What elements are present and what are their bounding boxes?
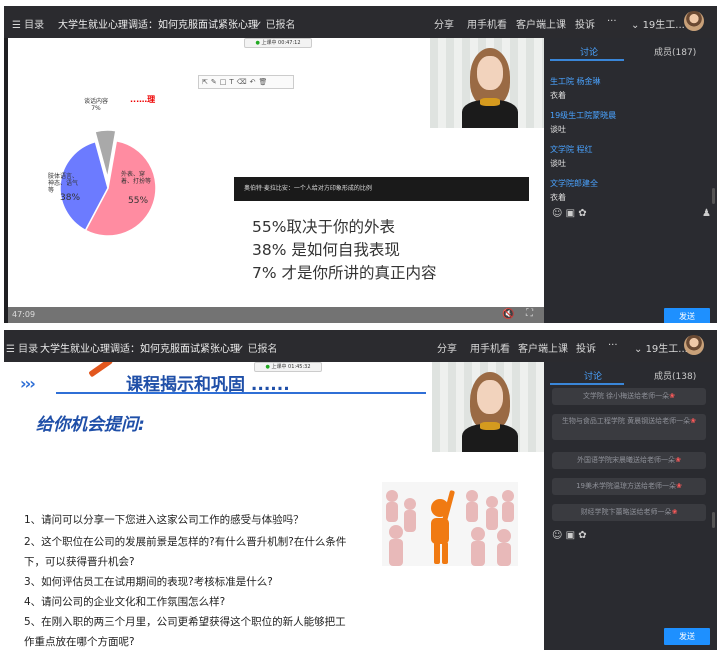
chat-input[interactable] <box>548 224 714 304</box>
image-icon[interactable]: ▣ <box>566 530 575 541</box>
fullscreen-icon[interactable]: ⛶ <box>526 308 533 319</box>
tab-members[interactable]: 成员(138) <box>654 369 696 382</box>
pie-label-appearance: 外表、穿着、打扮等 <box>121 171 152 185</box>
chat-scrollbar[interactable] <box>712 188 715 204</box>
eraser-icon[interactable]: ⌫ <box>237 78 250 86</box>
share-button[interactable]: 分享 <box>437 340 457 355</box>
tab-discuss[interactable]: 讨论 <box>584 369 602 382</box>
catalog-button[interactable]: ☰ 目录 <box>12 16 44 31</box>
teacher-camera <box>430 38 544 128</box>
quote-banner: 奥伯特·麦拉比安：一个人给对方印象形成的比例 <box>234 177 529 201</box>
question-line: 3、如何评估员工在试用期间的表现?考核标准是什么? <box>24 576 273 588</box>
send-button[interactable]: 发送 <box>664 308 710 323</box>
raised-hand-figure <box>431 490 455 564</box>
gift-message: 文学院 徐小梅送给老师一朵❀ <box>552 388 706 405</box>
tab-discuss[interactable]: 讨论 <box>580 45 598 58</box>
list-item: 生工院 杨金琳 衣着 <box>550 77 601 100</box>
flower-icon: ❀ <box>669 392 676 400</box>
chat-panel: 讨论 成员(187) 生工院 杨金琳 衣着 19级生工院蒙晓晨 谈吐 文学院 程红谈… <box>544 38 717 323</box>
pie-label-body: 肢体语言、神态、语气等 <box>48 173 79 194</box>
teacher-camera <box>432 362 544 452</box>
client-class-button[interactable]: 客户端上课 <box>516 16 566 31</box>
send-button[interactable]: 发送 <box>664 628 710 645</box>
pie-pct-appearance: 55% <box>128 196 149 206</box>
gift-message: 财经学院卞蕾略送给老师一朵❀ <box>552 504 706 521</box>
flower-icon: ❀ <box>676 482 682 490</box>
image-icon[interactable]: ▣ <box>566 208 575 219</box>
report-button[interactable]: 投诉 <box>575 16 595 31</box>
report-button[interactable]: 投诉 <box>576 340 596 355</box>
gift-icon[interactable]: ✿ <box>578 208 586 219</box>
pen-icon[interactable]: ✎ <box>211 78 220 86</box>
tab-members[interactable]: 成员(187) <box>654 45 696 58</box>
course-title: 大学生就业心理调适：如何克服面试紧张心理 <box>40 344 240 355</box>
emoji-icon[interactable]: ☺ <box>552 530 562 541</box>
question-line: 4、请问公司的企业文化和工作氛围怎么样? <box>24 596 226 608</box>
arrows-decoration: ››› <box>20 374 36 393</box>
share-button[interactable]: 分享 <box>434 16 454 31</box>
list-item: 19级生工院蒙晓晨 谈吐 <box>550 111 617 134</box>
playback-time: 47:09 <box>12 310 36 319</box>
top-bar: ☰ 目录 大学生就业心理调适：如何克服面试紧张心理 ✓ 已报名 分享 用手机看 … <box>4 6 717 38</box>
slide-red-title: ...…理 <box>130 95 156 104</box>
chat-scrollbar[interactable] <box>712 512 715 528</box>
delete-icon[interactable]: 🗑 <box>258 78 270 86</box>
classroom-window-bottom: ☰ 目录 大学生就业心理调适：如何克服面试紧张心理 ✓ 已报名 分享 用手机看 … <box>4 330 717 650</box>
pencil-icon <box>88 362 114 378</box>
flower-icon: ❀ <box>671 508 678 516</box>
gift-message: 生物与食品工程学院 黄晨钢送给老师一朵❀ <box>552 414 706 440</box>
question-line: 下，可以获得晋升机会? <box>24 556 135 568</box>
class-timer: ● 上课中 00:47:12 <box>244 38 312 48</box>
user-icon[interactable]: ♟ <box>702 208 711 219</box>
list-item: 文学院郎建全 衣着 <box>550 179 598 202</box>
top-bar: ☰ 目录 大学生就业心理调适：如何克服面试紧张心理 ✓ 已报名 分享 用手机看 … <box>4 330 717 362</box>
chat-toolbar: ☺ ▣ ✿ ♟ <box>552 208 711 219</box>
client-class-button[interactable]: 客户端上课 <box>518 340 568 355</box>
annotation-toolbar: ⇱✎□T⌫↶🗑 <box>198 75 294 89</box>
registered-status: ✓ 已报名 <box>254 20 296 31</box>
question-line: 1、请问可以分享一下您进入这家公司工作的感受与体验吗？ <box>24 514 304 526</box>
pointer-icon[interactable]: ⇱ <box>202 78 211 86</box>
user-menu[interactable]: ⌄ 19生工... <box>634 340 688 355</box>
pie-label-content: 谈话内容 7% <box>83 98 108 112</box>
gift-message: 19美术学院温琼方送给老师一朵❀ <box>552 478 706 495</box>
course-title: 大学生就业心理调适：如何克服面试紧张心理 <box>58 20 258 31</box>
chat-panel: 讨论 成员(138) 文学院 徐小梅送给老师一朵❀ 生物与食品工程学院 黄晨钢送… <box>544 362 717 650</box>
section-heading: 课程揭示和巩固 ...... <box>126 375 290 395</box>
crowd-illustration <box>382 482 518 566</box>
gift-message: 外国语学院宋晨曦送给老师一朵❀ <box>552 452 706 469</box>
video-controls: 47:09 🔇 ⛶ <box>8 307 544 323</box>
mute-icon[interactable]: 🔇 <box>502 309 514 320</box>
sub-heading: 给你机会提问: <box>36 415 145 435</box>
chat-toolbar: ☺ ▣ ✿ <box>552 530 587 541</box>
registered-status: ✓ 已报名 <box>236 344 278 355</box>
list-item: 文学院 程红 谈吐 <box>550 145 593 168</box>
mobile-view-button[interactable]: 用手机看 <box>470 340 510 355</box>
slide-bullet-lines: 55%取决于你的外表 38% 是如何自我表现 7% 才是你所讲的真正内容 <box>252 218 437 282</box>
catalog-button[interactable]: ☰ 目录 <box>6 340 38 355</box>
chat-input[interactable] <box>548 546 714 626</box>
gift-icon[interactable]: ✿ <box>578 530 586 541</box>
mobile-view-button[interactable]: 用手机看 <box>467 16 507 31</box>
question-line: 2、这个职位在公司的发展前景是怎样的?有什么晋升机制?在什么条件 <box>24 536 347 548</box>
avatar[interactable] <box>684 335 704 355</box>
classroom-window-top: ☰ 目录 大学生就业心理调适：如何克服面试紧张心理 ✓ 已报名 分享 用手机看 … <box>4 6 717 323</box>
text-icon[interactable]: T <box>229 78 236 86</box>
user-menu[interactable]: ⌄ 19生工... <box>631 16 685 31</box>
pie-pct-body: 38% <box>60 193 81 203</box>
question-line: 作重点放在哪个方面呢? <box>24 636 135 648</box>
emoji-icon[interactable]: ☺ <box>552 208 562 219</box>
flower-icon: ❀ <box>690 417 697 425</box>
flower-icon: ❀ <box>675 456 681 464</box>
question-line: 5、在刚入职的两三个月里，公司更希望获得这个职位的新人能够把工 <box>24 616 346 628</box>
shape-icon[interactable]: □ <box>220 78 230 86</box>
more-button[interactable]: ··· <box>608 340 618 351</box>
more-button[interactable]: ··· <box>607 16 617 27</box>
avatar[interactable] <box>684 11 704 31</box>
